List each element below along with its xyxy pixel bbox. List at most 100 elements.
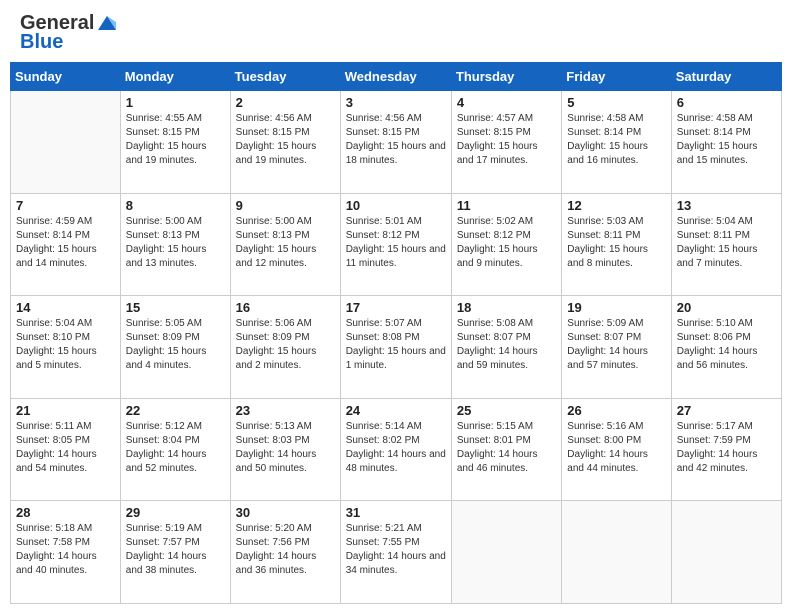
day-number: 8 [126, 198, 225, 213]
day-info: Sunrise: 5:06 AMSunset: 8:09 PMDaylight:… [236, 317, 335, 373]
day-info: Sunrise: 5:11 AMSunset: 8:05 PMDaylight:… [16, 420, 115, 476]
day-number: 29 [126, 505, 225, 520]
day-info: Sunrise: 5:16 AMSunset: 8:00 PMDaylight:… [567, 420, 665, 476]
day-cell [11, 91, 121, 194]
day-info: Sunrise: 4:56 AMSunset: 8:15 PMDaylight:… [236, 112, 335, 168]
day-number: 27 [677, 403, 776, 418]
day-number: 6 [677, 95, 776, 110]
day-number: 26 [567, 403, 665, 418]
day-number: 31 [346, 505, 446, 520]
weekday-header-saturday: Saturday [671, 63, 781, 91]
logo-icon [96, 12, 118, 34]
day-number: 22 [126, 403, 225, 418]
day-info: Sunrise: 4:57 AMSunset: 8:15 PMDaylight:… [457, 112, 556, 168]
day-cell: 31 Sunrise: 5:21 AMSunset: 7:55 PMDayligh… [340, 501, 451, 604]
weekday-header-row: SundayMondayTuesdayWednesdayThursdayFrid… [11, 63, 782, 91]
day-cell: 29Sunrise: 5:19 AMSunset: 7:57 PMDayligh… [120, 501, 230, 604]
day-cell: 19 Sunrise: 5:09 AMSunset: 8:07 PMDayligh… [562, 296, 671, 399]
day-number: 5 [567, 95, 665, 110]
day-number: 19 [567, 300, 665, 315]
day-info: Sunrise: 5:00 AMSunset: 8:13 PMDaylight:… [236, 215, 335, 271]
day-info: Sunrise: 5:04 AMSunset: 8:11 PMDaylight:… [677, 215, 776, 271]
day-number: 2 [236, 95, 335, 110]
day-info: Sunrise: 4:58 AMSunset: 8:14 PMDaylight:… [567, 112, 665, 168]
day-cell [671, 501, 781, 604]
day-number: 24 [346, 403, 446, 418]
day-cell: 24 Sunrise: 5:14 AMSunset: 8:02 PMDayligh… [340, 398, 451, 501]
day-info: Sunrise: 5:03 AMSunset: 8:11 PMDaylight:… [567, 215, 665, 271]
day-cell: 1 Sunrise: 4:55 AMSunset: 8:15 PMDaylight… [120, 91, 230, 194]
day-cell [451, 501, 561, 604]
day-cell: 17 Sunrise: 5:07 AMSunset: 8:08 PMDayligh… [340, 296, 451, 399]
day-cell: 8 Sunrise: 5:00 AMSunset: 8:13 PMDaylight… [120, 193, 230, 296]
day-number: 21 [16, 403, 115, 418]
day-number: 28 [16, 505, 115, 520]
day-number: 15 [126, 300, 225, 315]
day-cell: 3 Sunrise: 4:56 AMSunset: 8:15 PMDaylight… [340, 91, 451, 194]
day-info: Sunrise: 5:13 AMSunset: 8:03 PMDaylight:… [236, 420, 335, 476]
day-cell: 23 Sunrise: 5:13 AMSunset: 8:03 PMDayligh… [230, 398, 340, 501]
day-number: 12 [567, 198, 665, 213]
day-number: 9 [236, 198, 335, 213]
day-number: 30 [236, 505, 335, 520]
day-number: 7 [16, 198, 115, 213]
day-cell: 4 Sunrise: 4:57 AMSunset: 8:15 PMDaylight… [451, 91, 561, 194]
day-number: 11 [457, 198, 556, 213]
calendar-table: SundayMondayTuesdayWednesdayThursdayFrid… [10, 62, 782, 604]
day-info: Sunrise: 4:58 AMSunset: 8:14 PMDaylight:… [677, 112, 776, 168]
day-number: 20 [677, 300, 776, 315]
day-cell: 16 Sunrise: 5:06 AMSunset: 8:09 PMDayligh… [230, 296, 340, 399]
day-info: Sunrise: 5:08 AMSunset: 8:07 PMDaylight:… [457, 317, 556, 373]
day-info: Sunrise: 5:04 AMSunset: 8:10 PMDaylight:… [16, 317, 115, 373]
day-number: 1 [126, 95, 225, 110]
day-number: 23 [236, 403, 335, 418]
weekday-header-sunday: Sunday [11, 63, 121, 91]
day-number: 18 [457, 300, 556, 315]
day-cell: 25 Sunrise: 5:15 AMSunset: 8:01 PMDayligh… [451, 398, 561, 501]
day-cell: 22 Sunrise: 5:12 AMSunset: 8:04 PMDayligh… [120, 398, 230, 501]
day-cell: 13 Sunrise: 5:04 AMSunset: 8:11 PMDayligh… [671, 193, 781, 296]
day-number: 17 [346, 300, 446, 315]
day-info: Sunrise: 5:05 AMSunset: 8:09 PMDaylight:… [126, 317, 225, 373]
day-info: Sunrise: 5:00 AMSunset: 8:13 PMDaylight:… [126, 215, 225, 271]
day-info: Sunrise: 5:09 AMSunset: 8:07 PMDaylight:… [567, 317, 665, 373]
day-number: 16 [236, 300, 335, 315]
weekday-header-monday: Monday [120, 63, 230, 91]
day-number: 25 [457, 403, 556, 418]
week-row-3: 14 Sunrise: 5:04 AMSunset: 8:10 PMDayligh… [11, 296, 782, 399]
day-cell: 21 Sunrise: 5:11 AMSunset: 8:05 PMDayligh… [11, 398, 121, 501]
day-number: 4 [457, 95, 556, 110]
week-row-4: 21 Sunrise: 5:11 AMSunset: 8:05 PMDayligh… [11, 398, 782, 501]
day-number: 13 [677, 198, 776, 213]
day-info: Sunrise: 4:56 AMSunset: 8:15 PMDaylight:… [346, 112, 446, 168]
day-info: Sunrise: 5:20 AMSunset: 7:56 PMDaylight:… [236, 522, 335, 578]
day-number: 3 [346, 95, 446, 110]
logo: General Blue [20, 12, 118, 54]
week-row-5: 28 Sunrise: 5:18 AMSunset: 7:58 PMDayligh… [11, 501, 782, 604]
day-cell: 6 Sunrise: 4:58 AMSunset: 8:14 PMDaylight… [671, 91, 781, 194]
weekday-header-wednesday: Wednesday [340, 63, 451, 91]
day-info: Sunrise: 5:12 AMSunset: 8:04 PMDaylight:… [126, 420, 225, 476]
day-cell: 26 Sunrise: 5:16 AMSunset: 8:00 PMDayligh… [562, 398, 671, 501]
day-info: Sunrise: 4:55 AMSunset: 8:15 PMDaylight:… [126, 112, 225, 168]
day-info: Sunrise: 5:21 AMSunset: 7:55 PMDaylight:… [346, 522, 446, 578]
day-cell: 28 Sunrise: 5:18 AMSunset: 7:58 PMDayligh… [11, 501, 121, 604]
day-cell: 18 Sunrise: 5:08 AMSunset: 8:07 PMDayligh… [451, 296, 561, 399]
day-cell: 2 Sunrise: 4:56 AMSunset: 8:15 PMDaylight… [230, 91, 340, 194]
day-info: Sunrise: 5:07 AMSunset: 8:08 PMDaylight:… [346, 317, 446, 373]
day-info: Sunrise: 5:14 AMSunset: 8:02 PMDaylight:… [346, 420, 446, 476]
day-cell: 5 Sunrise: 4:58 AMSunset: 8:14 PMDaylight… [562, 91, 671, 194]
day-cell: 15 Sunrise: 5:05 AMSunset: 8:09 PMDayligh… [120, 296, 230, 399]
weekday-header-friday: Friday [562, 63, 671, 91]
day-number: 14 [16, 300, 115, 315]
day-number: 10 [346, 198, 446, 213]
week-row-1: 1 Sunrise: 4:55 AMSunset: 8:15 PMDaylight… [11, 91, 782, 194]
day-info: Sunrise: 5:18 AMSunset: 7:58 PMDaylight:… [16, 522, 115, 578]
day-cell: 7Sunrise: 4:59 AMSunset: 8:14 PMDaylight… [11, 193, 121, 296]
day-info: Sunrise: 5:15 AMSunset: 8:01 PMDaylight:… [457, 420, 556, 476]
day-cell: 10 Sunrise: 5:01 AMSunset: 8:12 PMDayligh… [340, 193, 451, 296]
day-cell [562, 501, 671, 604]
day-cell: 30 Sunrise: 5:20 AMSunset: 7:56 PMDayligh… [230, 501, 340, 604]
day-info: Sunrise: 5:01 AMSunset: 8:12 PMDaylight:… [346, 215, 446, 271]
weekday-header-tuesday: Tuesday [230, 63, 340, 91]
